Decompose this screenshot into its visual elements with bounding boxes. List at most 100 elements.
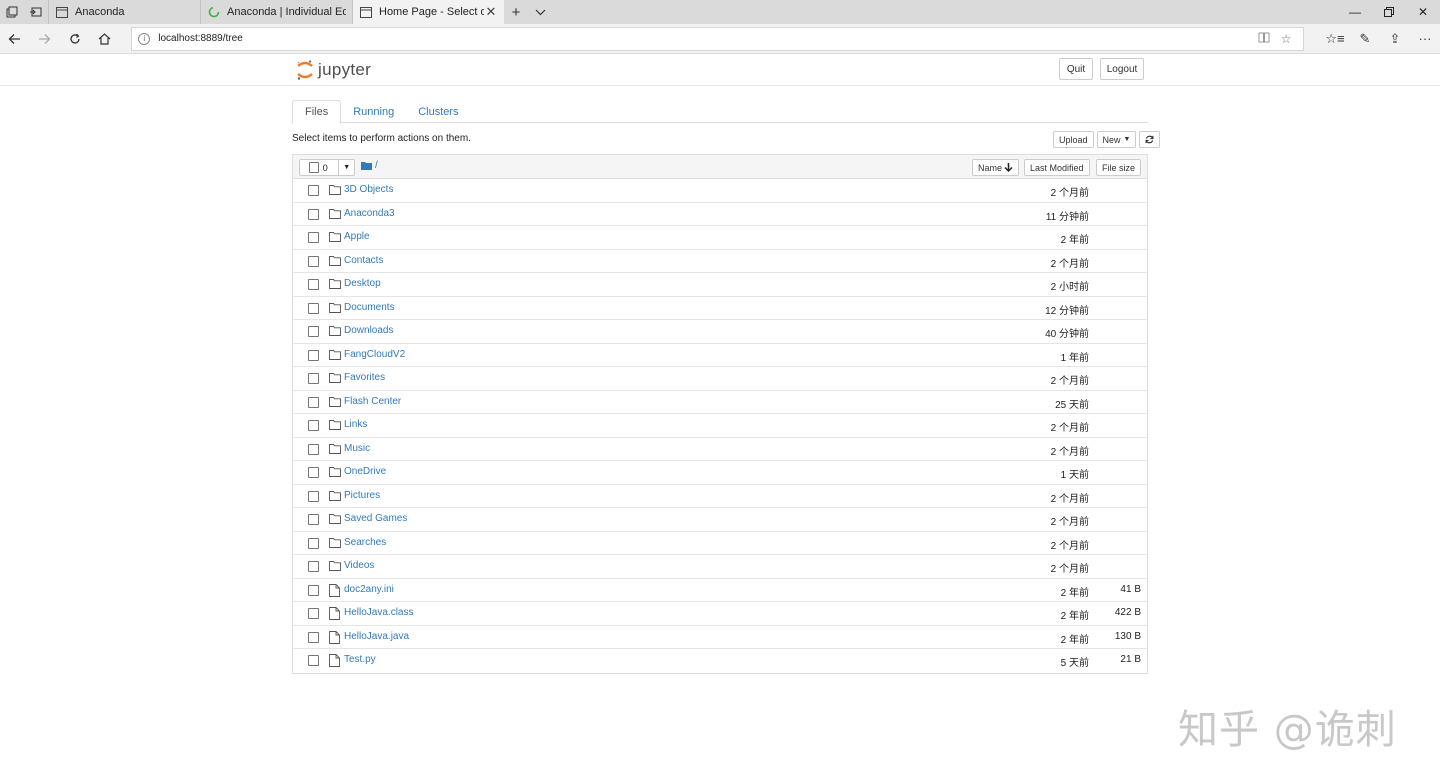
- item-checkbox[interactable]: [308, 490, 319, 502]
- list-item[interactable]: 3D Objects 2 个月前: [293, 179, 1147, 203]
- item-checkbox[interactable]: [308, 208, 319, 220]
- home-icon[interactable]: [89, 24, 119, 54]
- caret-down-icon[interactable]: ▼: [338, 160, 354, 175]
- refresh-icon[interactable]: [60, 24, 90, 54]
- list-item[interactable]: Music 2 个月前: [293, 438, 1147, 461]
- item-name-link[interactable]: Flash Center: [344, 396, 401, 407]
- tab-clusters[interactable]: Clusters: [406, 100, 470, 123]
- item-name-link[interactable]: Searches: [344, 537, 386, 548]
- browser-tab-anaconda-individual[interactable]: Anaconda | Individual Editic: [200, 0, 352, 24]
- item-checkbox[interactable]: [308, 185, 319, 196]
- item-name-link[interactable]: Favorites: [344, 372, 385, 383]
- select-all-control[interactable]: 0 ▼: [299, 159, 355, 176]
- sort-by-file-size-button[interactable]: File size: [1096, 159, 1142, 176]
- list-item[interactable]: Saved Games 2 个月前: [293, 508, 1147, 532]
- new-tab-icon[interactable]: +: [504, 0, 528, 24]
- item-name-link[interactable]: Contacts: [344, 255, 383, 266]
- breadcrumb-root[interactable]: /: [375, 160, 378, 171]
- item-checkbox[interactable]: [308, 302, 319, 314]
- item-name-link[interactable]: Desktop: [344, 278, 381, 289]
- item-name-link[interactable]: Music: [344, 443, 370, 454]
- favorite-star-icon[interactable]: ☆: [1275, 32, 1297, 46]
- jupyter-logo[interactable]: jupyter: [296, 59, 371, 81]
- item-checkbox[interactable]: [308, 373, 319, 384]
- new-dropdown-button[interactable]: New ▼: [1096, 131, 1137, 148]
- item-checkbox[interactable]: [308, 279, 319, 290]
- chevron-down-icon[interactable]: [528, 0, 552, 24]
- item-name-link[interactable]: OneDrive: [344, 466, 386, 477]
- refresh-list-button[interactable]: [1139, 131, 1161, 148]
- item-checkbox[interactable]: [308, 514, 319, 525]
- select-all-checkbox[interactable]: [309, 162, 319, 173]
- list-item[interactable]: HelloJava.java 2 年前 130 B: [293, 626, 1147, 649]
- list-item[interactable]: Searches 2 个月前: [293, 532, 1147, 555]
- set-aside-tabs-icon[interactable]: [24, 0, 48, 24]
- close-tab-icon[interactable]: ✕: [484, 4, 498, 20]
- item-checkbox[interactable]: [308, 255, 319, 267]
- list-item[interactable]: doc2any.ini 2 年前 41 B: [293, 579, 1147, 602]
- close-window-icon[interactable]: ✕: [1406, 0, 1440, 24]
- browser-tab-anaconda[interactable]: Anaconda: [48, 0, 200, 24]
- logout-button[interactable]: Logout: [1100, 58, 1144, 80]
- item-name-link[interactable]: Test.py: [344, 654, 376, 665]
- item-checkbox[interactable]: [308, 467, 319, 478]
- item-checkbox[interactable]: [308, 561, 319, 572]
- item-checkbox[interactable]: [308, 232, 319, 243]
- item-checkbox[interactable]: [308, 443, 319, 455]
- breadcrumb[interactable]: /: [361, 160, 378, 171]
- tab-files[interactable]: Files: [292, 100, 342, 124]
- browser-tab-home-page[interactable]: Home Page - Select or c ✕: [352, 0, 504, 24]
- list-item[interactable]: Flash Center 25 天前: [293, 391, 1147, 414]
- list-item[interactable]: FangCloudV2 1 年前: [293, 344, 1147, 367]
- list-item[interactable]: Links 2 个月前: [293, 414, 1147, 438]
- item-checkbox[interactable]: [308, 537, 319, 549]
- list-item[interactable]: Pictures 2 个月前: [293, 485, 1147, 508]
- tab-running[interactable]: Running: [341, 100, 406, 123]
- item-name-link[interactable]: Anaconda3: [344, 208, 395, 219]
- sort-by-name-button[interactable]: Name: [972, 159, 1020, 176]
- item-name-link[interactable]: Apple: [344, 231, 370, 242]
- back-arrow-icon[interactable]: [0, 24, 30, 54]
- list-item[interactable]: Videos 2 个月前: [293, 555, 1147, 579]
- list-item[interactable]: OneDrive 1 天前: [293, 461, 1147, 485]
- forward-arrow-icon[interactable]: [30, 24, 60, 54]
- tab-actions-icon[interactable]: [0, 0, 24, 24]
- item-checkbox[interactable]: [308, 608, 319, 619]
- item-name-link[interactable]: HelloJava.class: [344, 607, 413, 618]
- upload-button[interactable]: Upload: [1053, 131, 1094, 148]
- item-name-link[interactable]: Pictures: [344, 490, 380, 501]
- pen-notes-icon[interactable]: ✎: [1350, 31, 1380, 47]
- minimize-icon[interactable]: —: [1338, 0, 1372, 24]
- info-icon[interactable]: i: [138, 32, 151, 45]
- list-item[interactable]: Downloads 40 分钟前: [293, 320, 1147, 344]
- item-name-link[interactable]: Links: [344, 419, 367, 430]
- item-name-link[interactable]: Videos: [344, 560, 374, 571]
- list-item[interactable]: HelloJava.class 2 年前 422 B: [293, 602, 1147, 626]
- item-name-link[interactable]: doc2any.ini: [344, 584, 394, 595]
- item-checkbox[interactable]: [308, 349, 319, 361]
- list-item[interactable]: Test.py 5 天前 21 B: [293, 649, 1147, 673]
- item-checkbox[interactable]: [308, 655, 319, 666]
- item-name-link[interactable]: FangCloudV2: [344, 349, 405, 360]
- list-item[interactable]: Documents 12 分钟前: [293, 297, 1147, 320]
- item-name-link[interactable]: Documents: [344, 302, 395, 313]
- item-checkbox[interactable]: [308, 396, 319, 408]
- item-name-link[interactable]: Downloads: [344, 325, 393, 336]
- reading-view-icon[interactable]: [1253, 32, 1275, 46]
- list-item[interactable]: Desktop 2 小时前: [293, 273, 1147, 297]
- item-name-link[interactable]: Saved Games: [344, 513, 407, 524]
- share-icon[interactable]: ⇪: [1380, 31, 1410, 47]
- restore-icon[interactable]: [1372, 0, 1406, 24]
- address-bar[interactable]: i localhost:8889/tree ☆: [131, 26, 1304, 51]
- item-checkbox[interactable]: [308, 584, 319, 596]
- item-name-link[interactable]: HelloJava.java: [344, 631, 409, 642]
- list-item[interactable]: Favorites 2 个月前: [293, 367, 1147, 391]
- favorites-list-icon[interactable]: ☆≡: [1320, 31, 1350, 47]
- more-icon[interactable]: ···: [1410, 31, 1440, 47]
- item-checkbox[interactable]: [308, 631, 319, 643]
- item-name-link[interactable]: 3D Objects: [344, 184, 393, 195]
- quit-button[interactable]: Quit: [1059, 58, 1093, 80]
- sort-by-last-modified-button[interactable]: Last Modified: [1024, 159, 1090, 176]
- list-item[interactable]: Anaconda3 11 分钟前: [293, 203, 1147, 226]
- item-checkbox[interactable]: [308, 420, 319, 431]
